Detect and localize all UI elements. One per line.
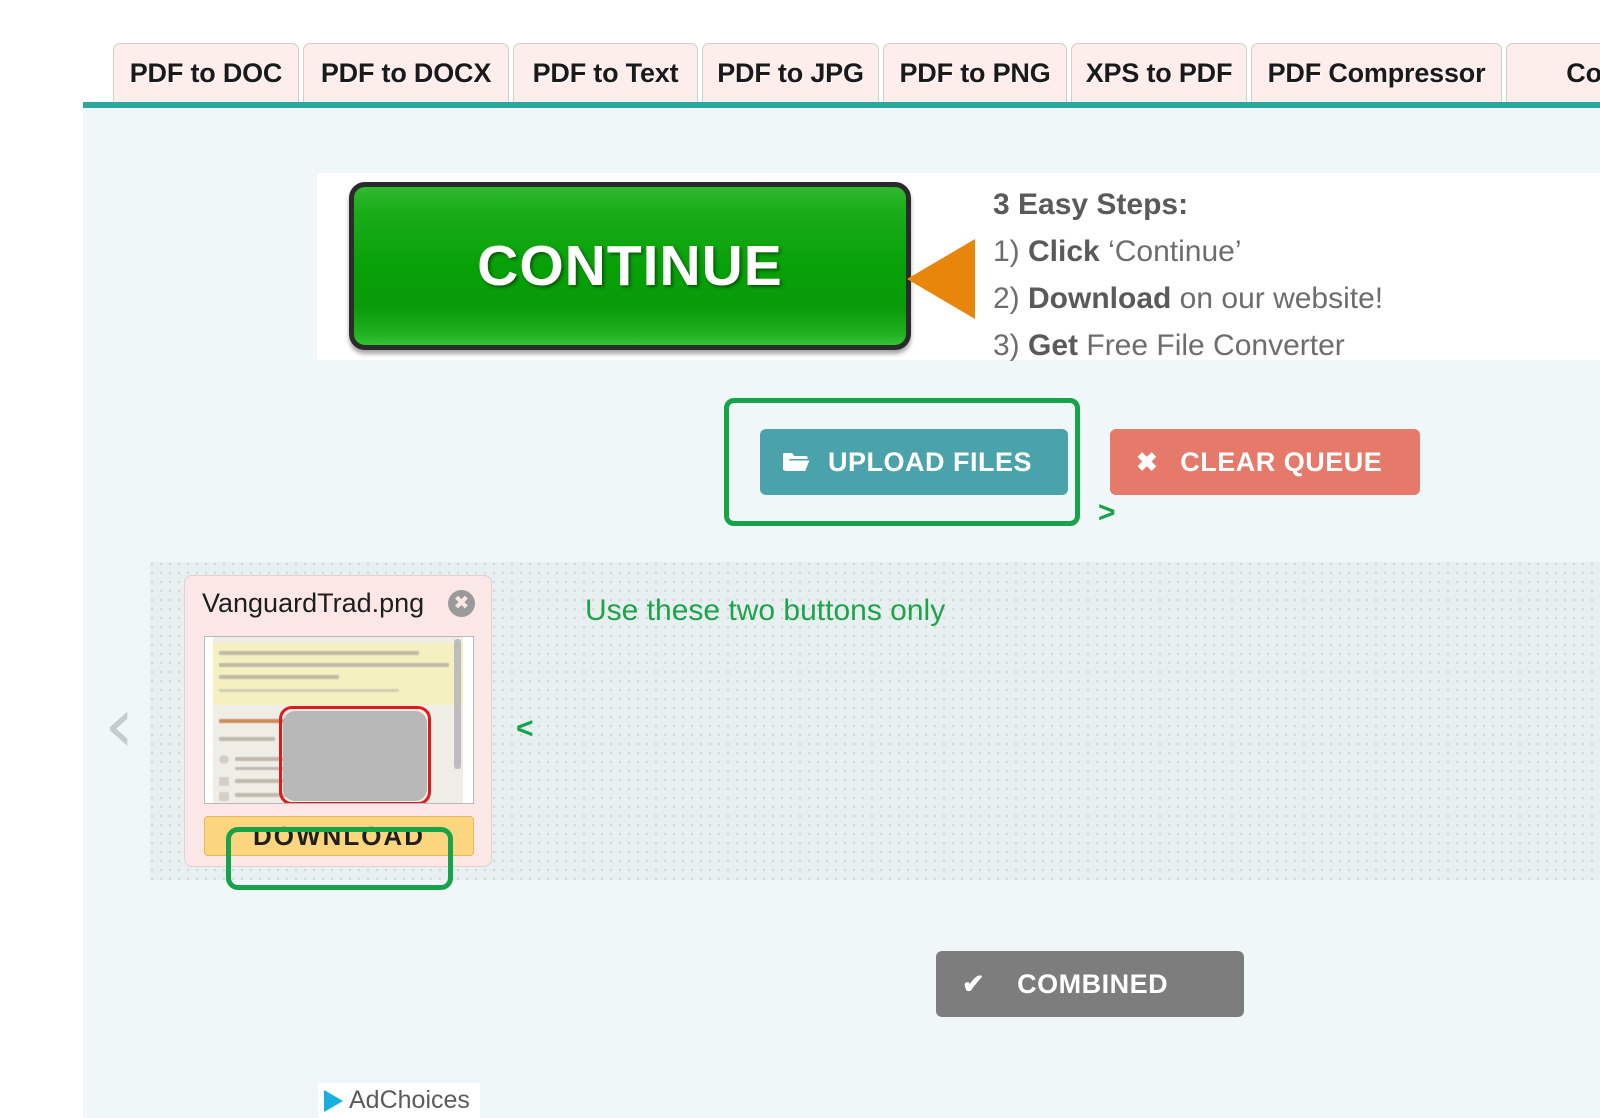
ad-step-1-bold: Click	[1028, 235, 1100, 268]
tab-combine[interactable]: Com	[1506, 43, 1600, 103]
queue-file-card: VanguardTrad.png ✖ DOWNLOAD	[184, 575, 492, 867]
tab-pdf-compressor[interactable]: PDF Compressor	[1251, 43, 1502, 103]
ad-continue-label: CONTINUE	[477, 234, 783, 298]
combined-label: COMBINED	[1017, 968, 1169, 999]
file-thumbnail	[204, 636, 474, 804]
download-button[interactable]: DOWNLOAD	[204, 816, 474, 856]
ad-step-2-rest: on our website!	[1171, 282, 1384, 315]
ad-step-3-num: 3)	[993, 329, 1029, 362]
ad-continue-button[interactable]: CONTINUE	[349, 182, 911, 350]
upload-files-button[interactable]: UPLOAD FILES	[760, 429, 1068, 495]
check-icon: ✔	[962, 968, 986, 999]
folder-open-icon	[782, 451, 810, 473]
adchoices-label: AdChoices	[349, 1086, 470, 1114]
ad-step-3-bold: Get	[1028, 329, 1079, 362]
tab-pdf-to-docx[interactable]: PDF to DOCX	[303, 43, 509, 103]
thumbnail-scrollbar	[454, 639, 461, 769]
thumbnail-red-highlight-box	[279, 706, 431, 803]
clear-queue-button[interactable]: ✖ CLEAR QUEUE	[1110, 429, 1420, 495]
ad-step-1: 1) Click ‘Continue’	[993, 228, 1383, 275]
times-icon: ✖	[1136, 446, 1159, 477]
tab-xps-to-pdf[interactable]: XPS to PDF	[1071, 43, 1247, 103]
tab-label: PDF to PNG	[899, 58, 1051, 88]
orange-arrow-icon	[907, 239, 975, 319]
tab-pdf-to-doc[interactable]: PDF to DOC	[113, 43, 299, 103]
converter-tab-bar: PDF to DOC PDF to DOCX PDF to Text PDF t…	[83, 0, 1600, 108]
close-icon[interactable]: ✖	[448, 590, 475, 617]
annotation-marker-lt: <	[516, 712, 534, 745]
tab-pdf-to-text[interactable]: PDF to Text	[513, 43, 698, 103]
tab-pdf-to-png[interactable]: PDF to PNG	[883, 43, 1067, 103]
ad-steps-title-text: 3 Easy Steps:	[993, 188, 1189, 221]
annotation-marker-gt: >	[1098, 496, 1116, 529]
carousel-prev-icon[interactable]: ‹	[104, 687, 150, 766]
ad-steps-title: 3 Easy Steps:	[993, 181, 1383, 228]
combined-button[interactable]: ✔ COMBINED	[936, 951, 1244, 1017]
file-thumbnail-page	[213, 637, 463, 803]
upload-files-label: UPLOAD FILES	[828, 446, 1033, 477]
tab-label: PDF to DOC	[129, 58, 283, 88]
thumbnail-highlight-block	[213, 643, 463, 705]
ad-step-3-rest: Free File Converter	[1078, 329, 1345, 362]
page-root: PDF to DOC PDF to DOCX PDF to Text PDF t…	[0, 0, 1600, 1118]
tab-label: PDF to DOCX	[320, 58, 492, 88]
clear-queue-label: CLEAR QUEUE	[1180, 446, 1383, 477]
ad-steps-list: 3 Easy Steps: 1) Click ‘Continue’ 2) Dow…	[993, 181, 1383, 369]
advertisement-banner: CONTINUE 3 Easy Steps: 1) Click ‘Continu…	[317, 173, 1600, 362]
tab-label: PDF to Text	[532, 58, 679, 88]
tab-label: XPS to PDF	[1085, 58, 1233, 88]
tab-label: PDF Compressor	[1267, 58, 1486, 88]
ad-step-1-rest: ‘Continue’	[1099, 235, 1242, 268]
tab-pdf-to-jpg[interactable]: PDF to JPG	[702, 43, 879, 103]
tab-label: Com	[1566, 58, 1600, 88]
adchoices-triangle-icon	[324, 1089, 343, 1112]
adchoices-badge[interactable]: AdChoices	[318, 1083, 480, 1118]
ad-step-2: 2) Download on our website!	[993, 275, 1383, 322]
ad-step-2-bold: Download	[1028, 282, 1172, 315]
ad-step-1-num: 1)	[993, 235, 1029, 268]
queue-file-name: VanguardTrad.png	[202, 588, 425, 618]
annotation-instruction-text: Use these two buttons only	[585, 594, 946, 627]
ad-step-3: 3) Get Free File Converter	[993, 322, 1383, 369]
ad-step-2-num: 2)	[993, 282, 1029, 315]
tab-label: PDF to JPG	[717, 58, 864, 88]
